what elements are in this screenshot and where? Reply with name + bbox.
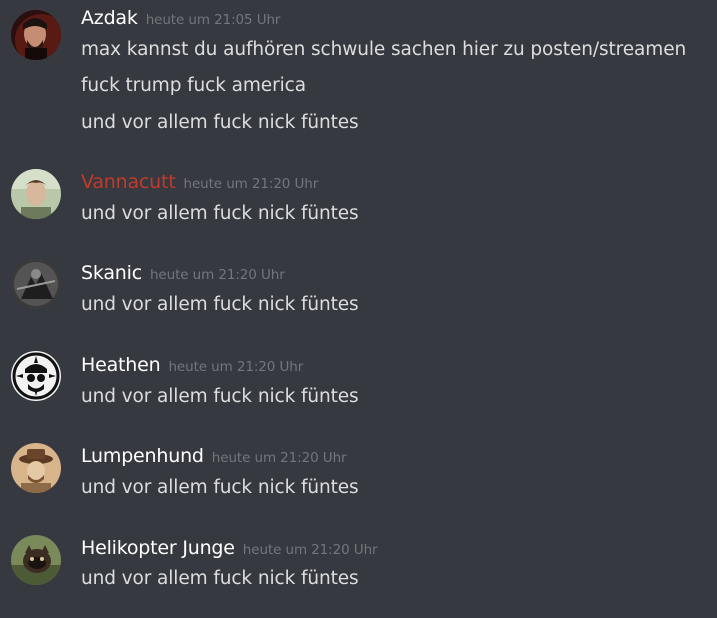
message-text: und vor allem fuck nick füntes xyxy=(81,568,359,589)
username[interactable]: Vannacutt xyxy=(81,171,176,193)
username[interactable]: Helikopter Junge xyxy=(81,537,235,559)
message-header: Helikopter Junge heute um 21:20 Uhr xyxy=(81,537,378,559)
chat-message-list: Azdak heute um 21:05 Uhr max kannst du au… xyxy=(0,0,717,618)
username[interactable]: Skanic xyxy=(81,262,142,284)
timestamp: heute um 21:20 Uhr xyxy=(211,450,347,466)
message-header: Vannacutt heute um 21:20 Uhr xyxy=(81,171,318,193)
username[interactable]: Azdak xyxy=(81,7,138,29)
message-header: Azdak heute um 21:05 Uhr xyxy=(81,7,280,29)
timestamp: heute um 21:20 Uhr xyxy=(149,267,285,283)
avatar[interactable] xyxy=(11,259,61,309)
message-text: und vor allem fuck nick füntes xyxy=(81,112,359,133)
avatar[interactable] xyxy=(11,351,61,401)
avatar[interactable] xyxy=(11,169,61,219)
message-text: und vor allem fuck nick füntes xyxy=(81,386,359,407)
timestamp: heute um 21:20 Uhr xyxy=(168,359,304,375)
avatar[interactable] xyxy=(11,10,61,60)
avatar[interactable] xyxy=(11,443,61,493)
avatar[interactable] xyxy=(11,535,61,585)
username[interactable]: Heathen xyxy=(81,354,161,376)
message-text: fuck trump fuck america xyxy=(81,75,306,96)
timestamp: heute um 21:20 Uhr xyxy=(183,176,319,192)
message-text: und vor allem fuck nick füntes xyxy=(81,294,359,315)
timestamp: heute um 21:05 Uhr xyxy=(145,12,281,28)
message-header: Skanic heute um 21:20 Uhr xyxy=(81,262,285,284)
timestamp: heute um 21:20 Uhr xyxy=(242,542,378,558)
message-text: und vor allem fuck nick füntes xyxy=(81,203,359,224)
message-header: Lumpenhund heute um 21:20 Uhr xyxy=(81,445,347,467)
message-text: max kannst du aufhören schwule sachen hi… xyxy=(81,39,687,60)
username[interactable]: Lumpenhund xyxy=(81,445,204,467)
message-header: Heathen heute um 21:20 Uhr xyxy=(81,354,303,376)
message-text: und vor allem fuck nick füntes xyxy=(81,477,359,498)
